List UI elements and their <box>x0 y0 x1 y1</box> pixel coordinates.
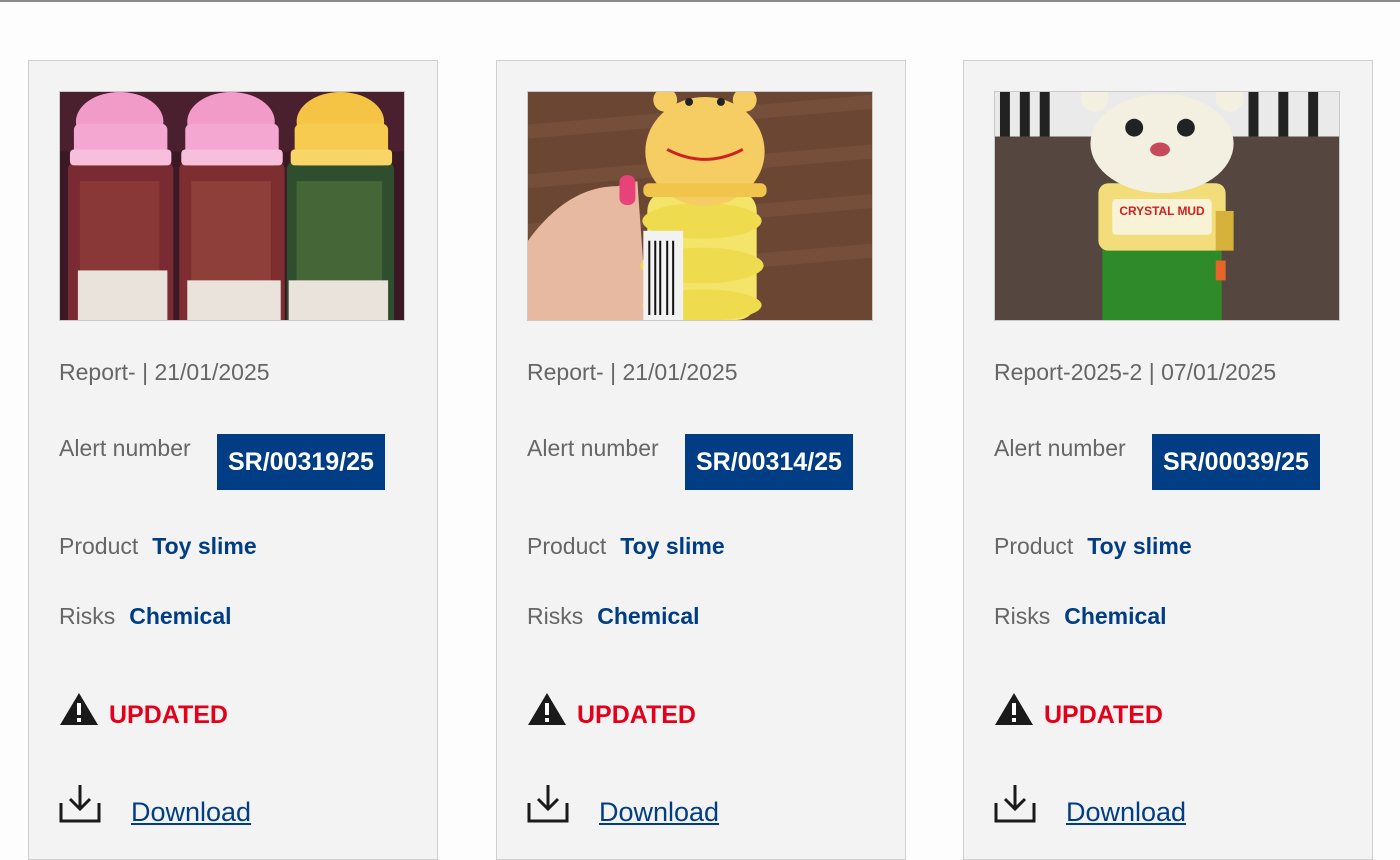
product-photo[interactable] <box>59 91 405 321</box>
download-icon[interactable] <box>994 783 1036 825</box>
risks-label: Risks <box>994 603 1051 629</box>
download-icon[interactable] <box>59 783 101 825</box>
product-row: Product Toy slime <box>527 533 725 560</box>
download-link[interactable]: Download <box>131 797 251 828</box>
download-icon[interactable] <box>527 783 569 825</box>
alert-number-label: Alert number <box>59 435 191 461</box>
alert-card-list: Report- | 21/01/2025 Alert number SR/003… <box>28 60 1374 860</box>
risks-label: Risks <box>59 603 116 629</box>
status-text: UPDATED <box>577 700 696 729</box>
product-row: Product Toy slime <box>994 533 1192 560</box>
product-photo[interactable]: CRYSTAL MUD <box>994 91 1340 321</box>
jar-label-text: CRYSTAL MUD <box>1119 204 1205 218</box>
warning-icon <box>60 693 98 725</box>
alert-card[interactable]: Report- | 21/01/2025 Alert number SR/003… <box>496 60 906 860</box>
report-reference: Report- | 21/01/2025 <box>59 359 270 385</box>
risks-value: Chemical <box>1064 603 1167 629</box>
alert-card[interactable]: CRYSTAL MUD Report-2025-2 | 07/01/2025 A… <box>963 60 1373 860</box>
risks-row: Risks Chemical <box>994 603 1167 630</box>
product-value: Toy slime <box>152 533 257 559</box>
status-text: UPDATED <box>109 700 228 729</box>
product-label: Product <box>527 533 607 559</box>
alert-number-badge[interactable]: SR/00039/25 <box>1152 434 1320 490</box>
alert-card[interactable]: Report- | 21/01/2025 Alert number SR/003… <box>28 60 438 860</box>
report-reference: Report- | 21/01/2025 <box>527 359 738 385</box>
alert-number-badge[interactable]: SR/00319/25 <box>217 434 385 490</box>
top-divider <box>0 0 1400 2</box>
status-badge: UPDATED <box>527 689 696 729</box>
risks-row: Risks Chemical <box>59 603 232 630</box>
product-label: Product <box>59 533 139 559</box>
yellow-bear-slime-image <box>528 92 872 320</box>
alert-number-badge[interactable]: SR/00314/25 <box>685 434 853 490</box>
risks-row: Risks Chemical <box>527 603 700 630</box>
download-link[interactable]: Download <box>599 797 719 828</box>
warning-icon <box>995 693 1033 725</box>
risks-value: Chemical <box>129 603 232 629</box>
alert-number-label: Alert number <box>994 435 1126 461</box>
risks-label: Risks <box>527 603 584 629</box>
product-photo[interactable] <box>527 91 873 321</box>
product-value: Toy slime <box>1087 533 1192 559</box>
status-badge: UPDATED <box>59 689 228 729</box>
risks-value: Chemical <box>597 603 700 629</box>
product-row: Product Toy slime <box>59 533 257 560</box>
product-value: Toy slime <box>620 533 725 559</box>
status-badge: UPDATED <box>994 689 1163 729</box>
warning-icon <box>528 693 566 725</box>
status-text: UPDATED <box>1044 700 1163 729</box>
report-reference: Report-2025-2 | 07/01/2025 <box>994 359 1277 385</box>
alert-number-label: Alert number <box>527 435 659 461</box>
product-label: Product <box>994 533 1074 559</box>
download-link[interactable]: Download <box>1066 797 1186 828</box>
toy-slime-bottles-image <box>60 92 404 320</box>
crystal-mud-slime-image: CRYSTAL MUD <box>995 92 1339 320</box>
